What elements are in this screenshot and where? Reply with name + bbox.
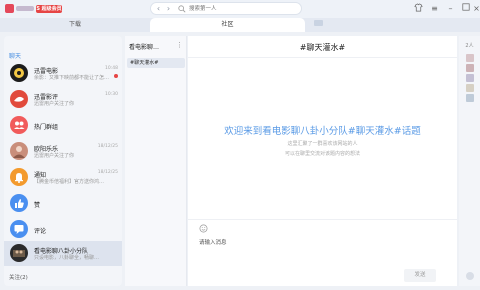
search-input[interactable] (189, 4, 289, 14)
conversation-title: 赞 (34, 202, 41, 209)
chat-section-label: 聊天 (9, 53, 22, 60)
member-avatar[interactable] (466, 74, 474, 82)
chat-title: #聊天灌水# (299, 43, 346, 52)
conversation-preview: 余影：又推下映前都不能让了怎… (34, 75, 110, 81)
comment-icon (14, 225, 24, 234)
thumbs-up-icon (15, 199, 24, 208)
welcome-subtext: 可以在聊里交流对该题内容的想法 (284, 151, 360, 157)
list-item[interactable]: 迅雷电影 余影：又推下映前都不能让了怎… 10:48 (4, 61, 122, 86)
review-bird-icon (14, 96, 24, 102)
avatar (10, 168, 28, 186)
conversation-preview: 只设电影，八卦聊全，畅聊… (34, 255, 100, 261)
conversation-list: 聊天 迅雷电影 余影：又推下映前都不能让了怎… 10:48 迅雷影评 迅雷用户关… (4, 36, 122, 286)
avatar (10, 64, 28, 82)
tab-community[interactable]: 社区 (150, 18, 305, 32)
list-item[interactable]: 通知 【腾金币倍福利】官方送你鸿… 18/12/25 (4, 165, 122, 190)
xunlei-film-icon (14, 68, 24, 78)
bell-icon (15, 173, 23, 183)
vip-badge[interactable]: S 超级会员 (36, 5, 62, 13)
conversation-title: 热门群组 (34, 124, 59, 131)
app-logo[interactable]: S 超级会员 (4, 3, 64, 15)
list-item[interactable]: 看电影聊八卦小分队 只设电影，八卦聊全，畅聊… (4, 241, 122, 266)
member-avatar[interactable] (466, 84, 474, 92)
shirt-skin-icon[interactable] (413, 3, 424, 14)
list-item[interactable]: 评论 (4, 217, 122, 242)
tab-download[interactable]: 下载 (0, 18, 150, 32)
member-rail: 2人 (459, 36, 480, 286)
member-avatar[interactable] (466, 54, 474, 62)
member-count: 2人 (465, 43, 474, 49)
search-bar[interactable]: ‹ › (150, 2, 302, 15)
more-options-icon[interactable]: ⋮ (176, 41, 183, 49)
member-avatar[interactable] (466, 94, 474, 102)
member-avatar[interactable] (466, 64, 474, 72)
list-item[interactable]: 欧阳乐乐 迅雷用户关注了你 18/12/25 (4, 139, 122, 164)
divider (188, 57, 457, 58)
group-icon (14, 121, 25, 129)
topic-panel: 看电影聊… ⋮ #聊天灌水# (125, 36, 187, 286)
list-item[interactable]: 热门群组 (4, 113, 122, 138)
conversation-preview: 迅雷用户关注了你 (34, 101, 75, 107)
group-photo-icon (13, 250, 25, 257)
avatar (10, 244, 28, 262)
conversation-time: 10:48 (105, 66, 118, 71)
list-item[interactable]: 迅雷影评 迅雷用户关注了你 10:30 (4, 87, 122, 112)
avatar-icon (5, 4, 14, 13)
user-photo-icon (13, 146, 25, 158)
group-title: 看电影聊… (129, 44, 160, 51)
avatar (10, 220, 28, 238)
new-tab-button[interactable] (310, 18, 326, 32)
avatar (10, 194, 28, 212)
conversation-title: 评论 (34, 228, 47, 235)
new-tab-icon (313, 20, 323, 26)
chat-area: #聊天灌水# 欢迎来到看电影聊八卦小分队#聊天灌水#话题 这里汇聚了一群喜欢该网… (188, 36, 457, 286)
conversation-time: 10:30 (105, 92, 118, 97)
emoji-icon[interactable] (199, 224, 208, 233)
forward-icon[interactable]: › (163, 3, 174, 14)
tab-bar: 下载 社区 (0, 18, 480, 32)
avatar (10, 90, 28, 108)
avatar (10, 142, 28, 160)
maximize-icon[interactable] (460, 3, 471, 14)
divider (188, 219, 457, 220)
menu-icon[interactable]: ≡ (429, 3, 440, 14)
send-button[interactable]: 发送 (404, 269, 436, 282)
unread-dot (114, 74, 118, 78)
username-blurred (16, 6, 34, 11)
conversation-preview: 迅雷用户关注了你 (34, 153, 75, 159)
search-icon (178, 5, 186, 13)
topic-item[interactable]: #聊天灌水# (127, 58, 185, 68)
follow-count[interactable]: 关注(2) (9, 273, 28, 281)
conversation-preview: 【腾金币倍福利】官方送你鸿… (34, 179, 105, 185)
avatar (10, 116, 28, 134)
close-icon[interactable]: × (471, 3, 480, 14)
welcome-subtext: 这里汇聚了一群喜欢该网站的人 (287, 141, 358, 147)
conversation-time: 18/12/25 (97, 170, 118, 175)
welcome-message: 欢迎来到看电影聊八卦小分队#聊天灌水#话题 (224, 126, 421, 137)
list-item[interactable]: 赞 (4, 191, 122, 216)
message-input[interactable] (199, 238, 439, 248)
minimize-icon[interactable]: – (445, 3, 456, 14)
conversation-time: 18/12/25 (97, 144, 118, 149)
expand-members-icon[interactable] (466, 272, 474, 280)
title-bar: S 超级会员 ‹ › ≡ – × (0, 0, 480, 18)
